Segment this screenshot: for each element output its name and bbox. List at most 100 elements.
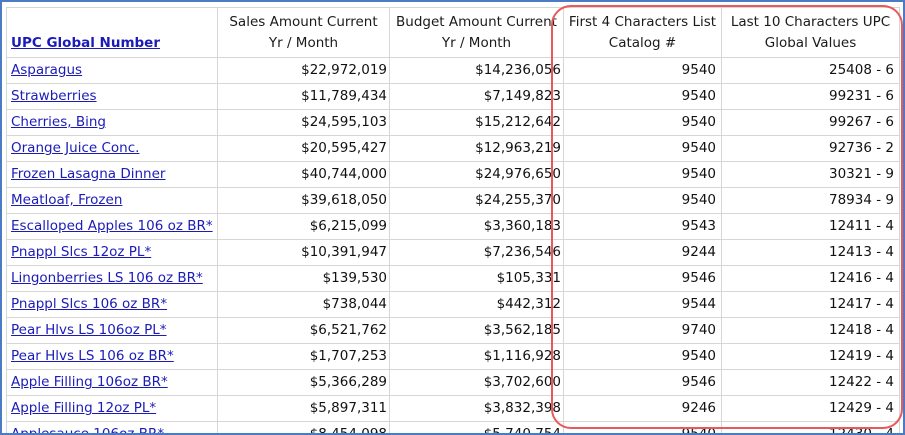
product-link[interactable]: Pear Hlvs LS 106 oz BR* <box>11 348 174 364</box>
table-row: Lingonberries LS 106 oz BR* $139,530 $105,… <box>6 265 900 292</box>
budget-amount-cell: $5,740,754 <box>389 421 564 433</box>
sales-amount-cell: $738,044 <box>217 291 390 318</box>
last-10-characters-cell: 30321 - 9 <box>721 161 900 188</box>
header-row: UPC Global Number Sales Amount Current Y… <box>6 7 900 58</box>
header-first-4-characters: First 4 Characters List Catalog # <box>563 7 722 58</box>
product-link[interactable]: Cherries, Bing <box>11 114 106 130</box>
product-link[interactable]: Escalloped Apples 106 oz BR* <box>11 218 213 234</box>
upc-name-cell: Orange Juice Conc. <box>6 135 218 162</box>
budget-amount-cell: $3,702,600 <box>389 369 564 396</box>
last-10-characters-cell: 25408 - 6 <box>721 57 900 84</box>
first-4-characters-cell: 9540 <box>563 161 722 188</box>
product-link[interactable]: Pnappl Slcs 106 oz BR* <box>11 296 167 312</box>
sales-amount-cell: $8,454,098 <box>217 421 390 433</box>
budget-amount-cell: $24,976,650 <box>389 161 564 188</box>
product-link[interactable]: Asparagus <box>11 62 82 78</box>
product-link[interactable]: Apple Filling 106oz BR* <box>11 374 168 390</box>
header-last-10-characters: Last 10 Characters UPC Global Values <box>721 7 900 58</box>
table-row: Apple Filling 106oz BR* $5,366,289 $3,702,… <box>6 369 900 396</box>
upc-name-cell: Pnappl Slcs 12oz PL* <box>6 239 218 266</box>
upc-name-cell: Cherries, Bing <box>6 109 218 136</box>
last-10-characters-cell: 12430 - 4 <box>721 421 900 433</box>
last-10-characters-cell: 12429 - 4 <box>721 395 900 422</box>
first-4-characters-cell: 9246 <box>563 395 722 422</box>
budget-amount-cell: $3,562,185 <box>389 317 564 344</box>
header-sales-amount: Sales Amount Current Yr / Month <box>217 7 390 58</box>
last-10-characters-cell: 12418 - 4 <box>721 317 900 344</box>
first-4-characters-cell: 9740 <box>563 317 722 344</box>
budget-amount-cell: $24,255,370 <box>389 187 564 214</box>
budget-amount-cell: $7,149,823 <box>389 83 564 110</box>
sales-amount-cell: $6,215,099 <box>217 213 390 240</box>
table-row: Pear Hlvs LS 106 oz BR* $1,707,253 $1,116,… <box>6 343 900 370</box>
sales-amount-cell: $139,530 <box>217 265 390 292</box>
last-10-characters-cell: 78934 - 9 <box>721 187 900 214</box>
table-row: Cherries, Bing $24,595,103 $15,212,642 9540… <box>6 109 900 136</box>
upc-name-cell: Strawberries <box>6 83 218 110</box>
upc-name-cell: Meatloaf, Frozen <box>6 187 218 214</box>
product-link[interactable]: Meatloaf, Frozen <box>11 192 122 208</box>
sales-amount-cell: $10,391,947 <box>217 239 390 266</box>
sales-amount-cell: $22,972,019 <box>217 57 390 84</box>
budget-amount-cell: $105,331 <box>389 265 564 292</box>
table-row: Pnappl Slcs 106 oz BR* $738,044 $442,312 95… <box>6 291 900 318</box>
sales-amount-cell: $20,595,427 <box>217 135 390 162</box>
last-10-characters-cell: 12422 - 4 <box>721 369 900 396</box>
budget-amount-cell: $442,312 <box>389 291 564 318</box>
budget-amount-cell: $1,116,928 <box>389 343 564 370</box>
upc-sort-link[interactable]: UPC Global Number <box>11 35 160 51</box>
table-row: Pnappl Slcs 12oz PL* $10,391,947 $7,236,54… <box>6 239 900 266</box>
budget-amount-cell: $3,832,398 <box>389 395 564 422</box>
upc-name-cell: Lingonberries LS 106 oz BR* <box>6 265 218 292</box>
header-upc-global-number[interactable]: UPC Global Number <box>6 7 218 58</box>
upc-name-cell: Escalloped Apples 106 oz BR* <box>6 213 218 240</box>
sales-amount-cell: $1,707,253 <box>217 343 390 370</box>
budget-amount-cell: $12,963,219 <box>389 135 564 162</box>
product-link[interactable]: Frozen Lasagna Dinner <box>11 166 165 182</box>
product-link[interactable]: Strawberries <box>11 88 97 104</box>
budget-amount-cell: $14,236,056 <box>389 57 564 84</box>
table-row: Apple Filling 12oz PL* $5,897,311 $3,832,3… <box>6 395 900 422</box>
last-10-characters-cell: 12416 - 4 <box>721 265 900 292</box>
upc-name-cell: Frozen Lasagna Dinner <box>6 161 218 188</box>
upc-name-cell: Asparagus <box>6 57 218 84</box>
product-link[interactable]: Lingonberries LS 106 oz BR* <box>11 270 203 286</box>
product-link[interactable]: Pnappl Slcs 12oz PL* <box>11 244 151 260</box>
table-row: Escalloped Apples 106 oz BR* $6,215,099 $3… <box>6 213 900 240</box>
last-10-characters-cell: 12419 - 4 <box>721 343 900 370</box>
upc-name-cell: Applesauce 106oz BR* <box>6 421 218 433</box>
upc-name-cell: Pear Hlvs LS 106 oz BR* <box>6 343 218 370</box>
product-link[interactable]: Orange Juice Conc. <box>11 140 139 156</box>
header-budget-amount: Budget Amount Current Yr / Month <box>389 7 564 58</box>
last-10-characters-cell: 12417 - 4 <box>721 291 900 318</box>
sales-amount-cell: $6,521,762 <box>217 317 390 344</box>
first-4-characters-cell: 9540 <box>563 109 722 136</box>
product-link[interactable]: Apple Filling 12oz PL* <box>11 400 156 416</box>
sales-amount-cell: $39,618,050 <box>217 187 390 214</box>
budget-amount-cell: $3,360,183 <box>389 213 564 240</box>
first-4-characters-cell: 9540 <box>563 187 722 214</box>
first-4-characters-cell: 9244 <box>563 239 722 266</box>
table-row: Frozen Lasagna Dinner $40,744,000 $24,976,… <box>6 161 900 188</box>
first-4-characters-cell: 9540 <box>563 135 722 162</box>
last-10-characters-cell: 12413 - 4 <box>721 239 900 266</box>
table-row: Asparagus $22,972,019 $14,236,056 9540 25408… <box>6 57 900 84</box>
first-4-characters-cell: 9540 <box>563 83 722 110</box>
sales-amount-cell: $5,366,289 <box>217 369 390 396</box>
last-10-characters-cell: 92736 - 2 <box>721 135 900 162</box>
upc-name-cell: Apple Filling 106oz BR* <box>6 369 218 396</box>
first-4-characters-cell: 9546 <box>563 265 722 292</box>
product-link[interactable]: Applesauce 106oz BR* <box>11 426 164 433</box>
sales-amount-cell: $5,897,311 <box>217 395 390 422</box>
last-10-characters-cell: 99231 - 6 <box>721 83 900 110</box>
first-4-characters-cell: 9540 <box>563 343 722 370</box>
report-frame: UPC Global Number Sales Amount Current Y… <box>0 0 905 435</box>
product-link[interactable]: Pear Hlvs LS 106oz PL* <box>11 322 167 338</box>
upc-name-cell: Pear Hlvs LS 106oz PL* <box>6 317 218 344</box>
first-4-characters-cell: 9543 <box>563 213 722 240</box>
table-row: Orange Juice Conc. $20,595,427 $12,963,219… <box>6 135 900 162</box>
first-4-characters-cell: 9540 <box>563 57 722 84</box>
table-row: Pear Hlvs LS 106oz PL* $6,521,762 $3,562,1… <box>6 317 900 344</box>
budget-amount-cell: $7,236,546 <box>389 239 564 266</box>
table-row: Applesauce 106oz BR* $8,454,098 $5,740,754… <box>6 421 900 433</box>
